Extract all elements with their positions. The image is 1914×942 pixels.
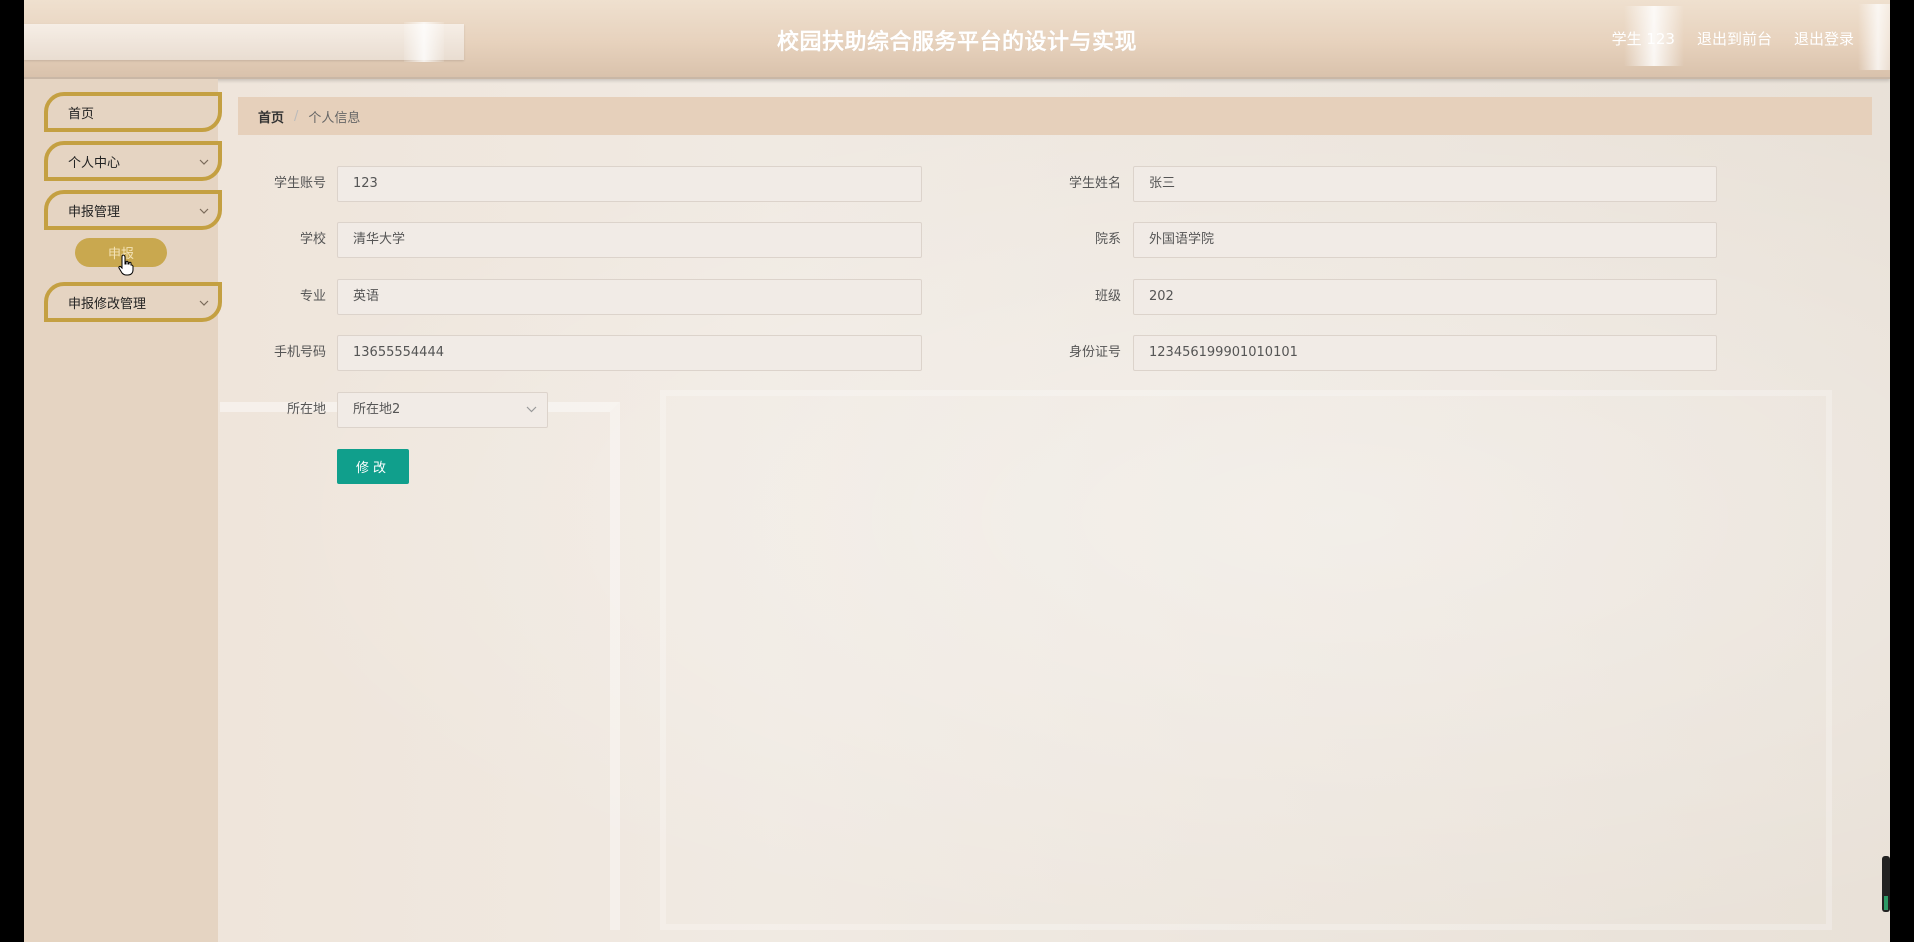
department-input[interactable]: 外国语学院: [1133, 222, 1717, 258]
app-window: 校园扶助综合服务平台的设计与实现 学生 123 退出到前台 退出登录 首页 个人…: [24, 0, 1890, 942]
background-frame: [660, 390, 1832, 930]
current-user-label: 学生 123: [1611, 30, 1675, 48]
id-card-label: 身份证号: [1068, 345, 1121, 360]
chevron-down-icon: [190, 204, 218, 217]
class-input[interactable]: 202: [1133, 279, 1717, 315]
breadcrumb-home[interactable]: 首页: [258, 107, 284, 126]
breadcrumb: 首页 / 个人信息: [238, 97, 1872, 135]
header-links: 学生 123 退出到前台 退出登录: [1612, 28, 1854, 49]
phone-input[interactable]: 13655554444: [337, 335, 922, 371]
chevron-down-icon: [526, 393, 537, 427]
sidebar-item-label: 首页: [68, 106, 95, 122]
major-label: 专业: [299, 289, 326, 304]
sidebar-item-label: 申报管理: [68, 204, 121, 220]
department-label: 院系: [1094, 232, 1121, 247]
id-card-input[interactable]: 123456199901010101: [1133, 335, 1717, 371]
breadcrumb-current: 个人信息: [308, 110, 361, 126]
breadcrumb-separator: /: [294, 108, 299, 124]
chevron-down-icon: [190, 155, 218, 168]
location-select-value: 所在地2: [353, 402, 401, 417]
school-input[interactable]: 清华大学: [337, 222, 922, 258]
logout-link[interactable]: 退出登录: [1794, 28, 1854, 49]
sidebar-item-home[interactable]: 首页: [44, 92, 222, 132]
sidebar-item-declaration-modify-management[interactable]: 申报修改管理: [44, 282, 222, 322]
hand-pointer-icon: [118, 254, 134, 276]
background-frame-left: [220, 402, 620, 930]
student-name-input[interactable]: 张三: [1133, 166, 1717, 202]
student-account-label: 学生账号: [273, 176, 326, 191]
sidebar-item-declaration-management[interactable]: 申报管理: [44, 190, 222, 230]
modify-button[interactable]: 修改: [337, 449, 409, 484]
sidebar-item-label: 申报修改管理: [68, 296, 147, 312]
site-title: 校园扶助综合服务平台的设计与实现: [776, 30, 1137, 55]
sidebar-item-personal-center[interactable]: 个人中心: [44, 141, 222, 181]
chevron-down-icon: [190, 296, 218, 309]
phone-label: 手机号码: [273, 345, 326, 360]
top-header: 校园扶助综合服务平台的设计与实现 学生 123 退出到前台 退出登录: [24, 0, 1890, 79]
sidebar-item-label: 个人中心: [68, 155, 121, 171]
scrollbar-indicator: [1884, 896, 1888, 910]
major-input[interactable]: 英语: [337, 279, 922, 315]
student-account-input[interactable]: 123: [337, 166, 922, 202]
school-label: 学校: [299, 232, 326, 247]
class-label: 班级: [1094, 289, 1121, 304]
student-name-label: 学生姓名: [1068, 176, 1121, 191]
location-label: 所在地: [286, 402, 326, 417]
back-to-front-link[interactable]: 退出到前台: [1697, 28, 1772, 49]
location-select[interactable]: 所在地2: [337, 392, 548, 428]
